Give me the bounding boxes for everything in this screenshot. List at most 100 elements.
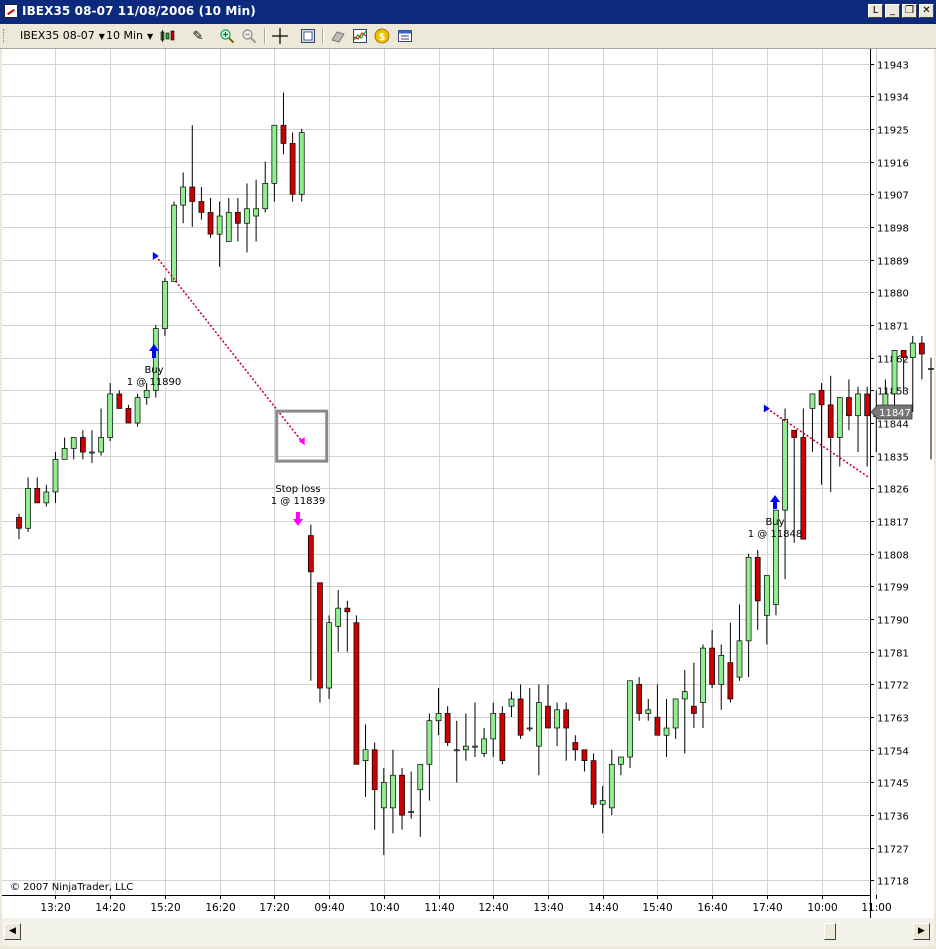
candle-body xyxy=(855,393,861,417)
y-tick-label: 11916 xyxy=(877,159,909,170)
x-tick-label: 15:40 xyxy=(642,902,672,914)
trade-detail-label: 1 @ 11848 xyxy=(748,529,803,540)
x-tick-label: 17:20 xyxy=(259,902,289,914)
candle-body xyxy=(809,393,816,409)
candle-body xyxy=(225,212,232,242)
candle-body xyxy=(563,709,570,729)
candle-body xyxy=(928,368,934,370)
candle-body xyxy=(43,491,50,504)
y-tick-label: 11889 xyxy=(877,257,909,268)
candle-body xyxy=(353,622,360,765)
candle-body xyxy=(280,124,287,144)
candle-body xyxy=(919,342,925,355)
y-tick-label: 11763 xyxy=(877,714,909,725)
x-tick-label: 10:40 xyxy=(369,902,399,914)
candle-body xyxy=(864,393,871,417)
candle-body xyxy=(198,201,205,213)
candle-body xyxy=(836,397,843,438)
y-tick-label: 11880 xyxy=(877,289,909,300)
candle-body xyxy=(782,419,788,511)
candle-body xyxy=(362,749,369,762)
y-tick-label: 11736 xyxy=(877,812,909,823)
candle-body xyxy=(891,350,898,395)
scroll-thumb[interactable] xyxy=(824,923,836,940)
candle-body xyxy=(453,749,460,752)
candle-body xyxy=(554,709,560,729)
x-tick-label: 15:20 xyxy=(150,902,180,914)
candle-body xyxy=(244,208,250,224)
scroll-right-button[interactable]: ▶ xyxy=(913,923,930,940)
trade-connector-line xyxy=(766,407,870,479)
candle-body xyxy=(399,774,405,816)
selection-box xyxy=(275,409,329,463)
y-tick-label: 11907 xyxy=(877,191,909,202)
candle-body xyxy=(526,727,533,730)
x-tick-label: 10:00 xyxy=(807,902,837,914)
candle-body xyxy=(61,448,68,460)
x-tick-label: 11:40 xyxy=(424,902,454,914)
candle-body xyxy=(390,774,396,809)
y-tick-label: 11871 xyxy=(877,322,909,333)
candle-body xyxy=(709,647,715,685)
candle-body xyxy=(444,713,451,743)
x-tick-label: 13:40 xyxy=(533,902,563,914)
copyright-text: © 2007 NinjaTrader, LLC xyxy=(10,882,134,893)
candle-body xyxy=(289,143,296,195)
candle-body xyxy=(16,517,22,529)
y-tick-label: 11772 xyxy=(877,681,909,692)
y-tick-label: 11799 xyxy=(877,583,909,594)
candle-body xyxy=(499,713,506,762)
candle-body xyxy=(535,702,542,747)
candle-body xyxy=(654,716,661,736)
entry-marker xyxy=(152,251,159,260)
trade-detail-label: 1 @ 11839 xyxy=(271,496,326,507)
y-tick-label: 11790 xyxy=(877,616,909,627)
candle-body xyxy=(335,607,342,627)
scroll-left-button[interactable]: ◀ xyxy=(4,923,21,940)
candle-body xyxy=(326,622,332,689)
candle-body xyxy=(681,691,688,700)
candle-body xyxy=(727,662,734,700)
buy-arrow-icon xyxy=(770,495,780,509)
candle-body xyxy=(107,393,114,438)
y-tick-label: 11817 xyxy=(877,518,909,529)
candle-body xyxy=(125,408,132,424)
trade-label: Buy xyxy=(765,517,784,528)
y-tick-label: 11718 xyxy=(877,877,909,888)
candle-body xyxy=(271,124,278,184)
x-tick-label: 17:40 xyxy=(752,902,782,914)
candle-body xyxy=(572,742,579,751)
y-tick-label: 11808 xyxy=(877,551,909,562)
candle-body xyxy=(235,212,241,224)
x-tick-label: 14:40 xyxy=(588,902,618,914)
x-tick-label: 12:40 xyxy=(478,902,508,914)
x-tick-label: 16:40 xyxy=(697,902,727,914)
candle-body xyxy=(590,760,597,805)
y-tick-label: 11835 xyxy=(877,453,909,464)
candle-body xyxy=(134,397,141,424)
candle-body xyxy=(508,698,515,707)
candle-body xyxy=(718,655,725,685)
chart-svg: 11718 11727 11736 11745 11754 11763 11772 11781… xyxy=(2,49,934,914)
x-tick-label: 16:20 xyxy=(205,902,235,914)
candle-body xyxy=(618,756,624,765)
candle-body xyxy=(216,215,223,235)
candle-body xyxy=(517,698,524,736)
candle-body xyxy=(426,720,433,765)
candle-body xyxy=(189,186,196,202)
candle-body xyxy=(317,582,323,689)
candle-body xyxy=(800,437,807,540)
candle-body xyxy=(818,389,825,406)
candle-body xyxy=(736,640,743,678)
horizontal-scrollbar[interactable]: ◀ ▶ xyxy=(2,918,934,946)
x-tick-label: 14:20 xyxy=(95,902,125,914)
candle-body xyxy=(763,575,770,616)
candle-body xyxy=(371,749,378,791)
candle-body xyxy=(745,556,752,642)
candle-body xyxy=(298,132,305,195)
candle-body xyxy=(262,182,269,210)
stop-arrow-icon xyxy=(293,512,303,526)
candle-body xyxy=(672,698,679,729)
candle-body xyxy=(307,535,314,573)
candle-body xyxy=(481,738,487,754)
